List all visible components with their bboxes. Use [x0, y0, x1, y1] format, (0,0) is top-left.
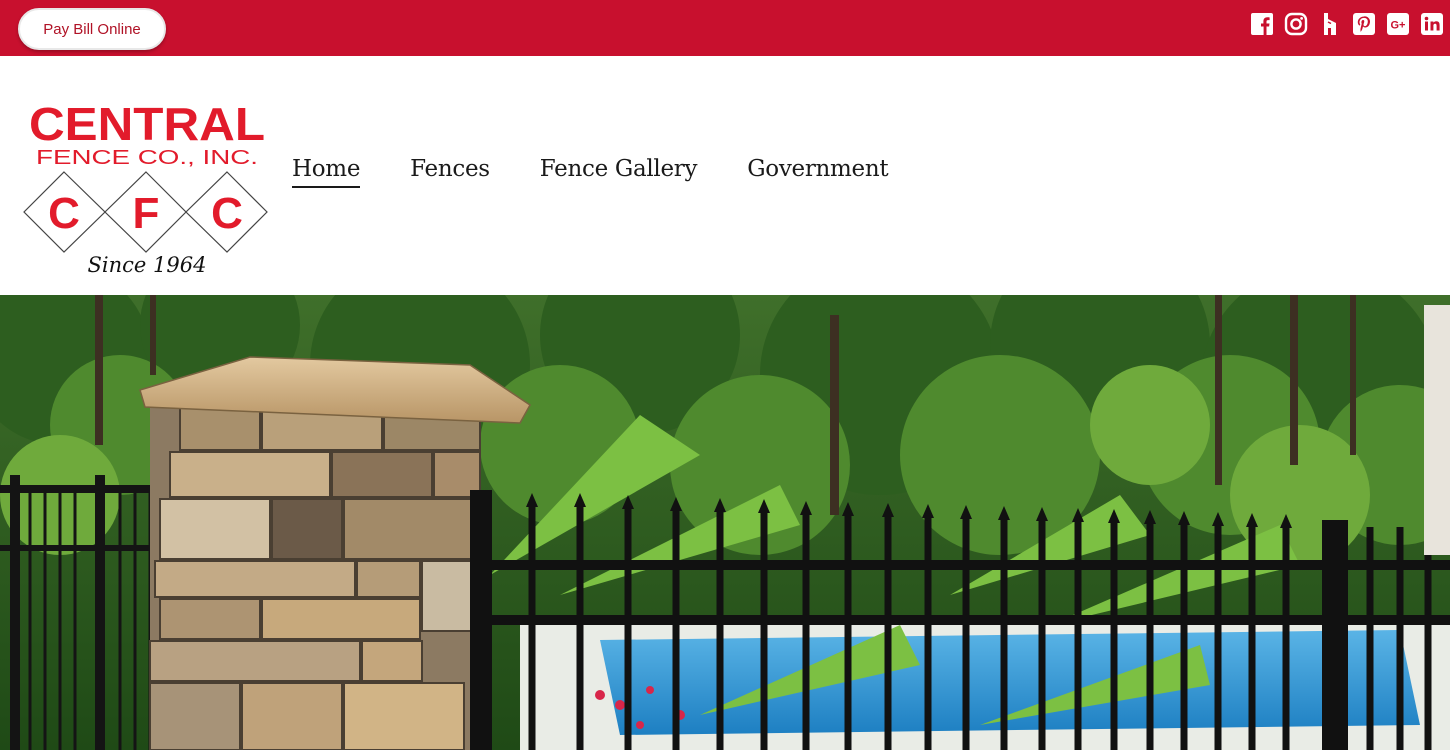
svg-text:F: F	[133, 189, 160, 238]
social-links: G+	[1250, 12, 1444, 36]
main-navigation: Home Fences Fence Gallery Government	[292, 156, 889, 188]
site-header: CENTRAL FENCE CO., INC. C F C Since 1964…	[0, 56, 1450, 295]
nav-fence-gallery[interactable]: Fence Gallery	[540, 156, 698, 188]
svg-text:FENCE CO., INC.: FENCE CO., INC.	[36, 147, 258, 169]
pinterest-icon[interactable]	[1352, 12, 1376, 36]
houzz-icon[interactable]	[1318, 12, 1342, 36]
linkedin-icon[interactable]	[1420, 12, 1444, 36]
nav-home[interactable]: Home	[292, 156, 360, 188]
svg-text:CENTRAL: CENTRAL	[29, 98, 265, 150]
hero-image	[0, 295, 1450, 750]
nav-fences[interactable]: Fences	[410, 156, 490, 188]
svg-text:G+: G+	[1391, 20, 1406, 32]
google-plus-icon[interactable]: G+	[1386, 12, 1410, 36]
svg-text:Since 1964: Since 1964	[88, 253, 207, 276]
svg-text:C: C	[48, 189, 80, 238]
facebook-icon[interactable]	[1250, 12, 1274, 36]
nav-government[interactable]: Government	[747, 156, 888, 188]
hero-fence-photo	[0, 295, 1450, 750]
pay-bill-online-button[interactable]: Pay Bill Online	[18, 8, 166, 50]
svg-text:C: C	[211, 189, 243, 238]
top-bar: Pay Bill Online G+	[0, 0, 1450, 56]
instagram-icon[interactable]	[1284, 12, 1308, 36]
company-logo[interactable]: CENTRAL FENCE CO., INC. C F C Since 1964	[22, 90, 272, 276]
